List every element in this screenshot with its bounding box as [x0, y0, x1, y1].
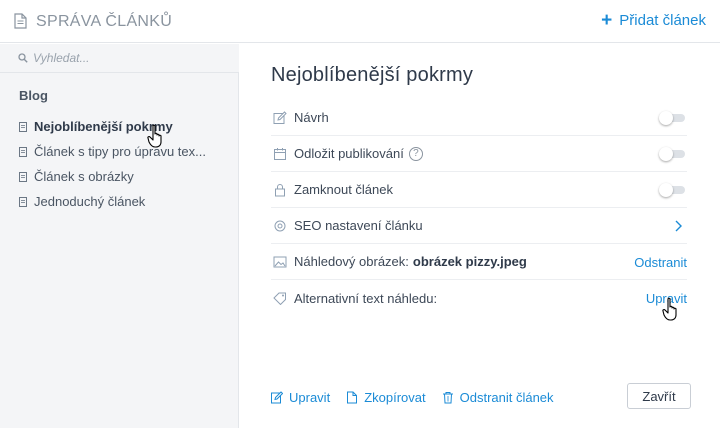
chevron-right-icon[interactable] — [674, 220, 683, 232]
article-settings-panel: Nejoblíbenější pokrmy Návrh Odložit publ… — [240, 44, 720, 428]
sidebar-item-label: Článek s tipy pro úpravu tex... — [34, 144, 206, 159]
sidebar-item-clanek-s-obrazky[interactable]: Článek s obrázky — [0, 164, 239, 189]
sidebar-item-label: Článek s obrázky — [34, 169, 134, 184]
page-icon — [19, 121, 27, 132]
lock-icon — [275, 183, 285, 196]
draft-toggle[interactable] — [659, 111, 687, 125]
edit-alt-text-button[interactable]: Upravit — [646, 291, 687, 306]
sidebar-item-nejoblibenejsi-pokrmy[interactable]: Nejoblíbenější pokrmy — [0, 114, 239, 139]
lock-toggle[interactable] — [659, 183, 687, 197]
setting-lock: Zamknout článek — [271, 172, 687, 208]
delete-article-label: Odstranit článek — [459, 389, 554, 405]
sidebar-item-label: Jednoduchý článek — [34, 194, 146, 209]
setting-alt-text: Alternativní text náhledu: Upravit — [271, 280, 687, 316]
sidebar-item-jednoduchy-clanek[interactable]: Jednoduchý článek — [0, 189, 239, 214]
close-button[interactable]: Zavřít — [627, 383, 691, 409]
document-icon — [14, 13, 27, 29]
remove-preview-button[interactable]: Odstranit — [634, 255, 687, 270]
page-icon — [19, 146, 27, 157]
page-icon — [19, 171, 27, 182]
setting-seo[interactable]: SEO nastavení článku — [271, 208, 687, 244]
setting-preview-image: Náhledový obrázek: obrázek pizzy.jpeg Od… — [271, 244, 687, 280]
edit-button-label: Upravit — [289, 389, 331, 405]
sidebar-item-clanek-s-tipy[interactable]: Článek s tipy pro úpravu tex... — [0, 139, 239, 164]
delete-article-button[interactable]: Odstranit článek — [442, 390, 554, 405]
setting-draft: Návrh — [271, 100, 687, 136]
preview-image-filename: obrázek pizzy.jpeg — [412, 254, 527, 269]
search-icon — [18, 53, 28, 63]
setting-schedule-label: Odložit publikování — [294, 146, 404, 161]
copy-button[interactable]: Zkopírovat — [346, 389, 426, 405]
top-bar: SPRÁVA ČLÁNKŮ + Přidat článek — [0, 0, 720, 43]
sidebar-group-blog: Blog — [19, 88, 48, 103]
pencil-icon — [273, 110, 287, 124]
footer-actions: Upravit Zkopírovat Odstranit článek Zavř… — [271, 380, 691, 414]
setting-alt-label: Alternativní text náhledu: — [294, 290, 438, 306]
sidebar: Blog Nejoblíbenější pokrmy Článek s tipy… — [0, 44, 239, 428]
setting-schedule: Odložit publikování ? — [271, 136, 687, 172]
copy-icon — [347, 391, 358, 403]
gear-icon — [274, 220, 286, 231]
app-title: SPRÁVA ČLÁNKŮ — [36, 13, 173, 30]
settings-list: Návrh Odložit publikování ? Zamknout člá… — [271, 100, 687, 316]
calendar-icon — [274, 147, 286, 160]
copy-button-label: Zkopírovat — [364, 389, 426, 405]
setting-seo-label: SEO nastavení článku — [294, 218, 423, 233]
edit-button[interactable]: Upravit — [271, 390, 330, 405]
search-bar — [0, 44, 239, 73]
image-icon — [273, 256, 287, 267]
article-manager: SPRÁVA ČLÁNKŮ + Přidat článek Blog Nejob… — [0, 0, 720, 428]
page-title: Nejoblíbenější pokrmy — [271, 64, 474, 86]
sidebar-item-label: Nejoblíbenější pokrmy — [34, 119, 173, 134]
trash-icon — [442, 391, 453, 403]
setting-preview-label: Náhledový obrázek: — [294, 254, 409, 269]
setting-lock-label: Zamknout článek — [294, 182, 393, 197]
add-article-label: Přidat článek — [619, 12, 706, 29]
tag-icon — [273, 292, 286, 305]
schedule-toggle[interactable] — [659, 147, 687, 161]
setting-draft-label: Návrh — [294, 110, 329, 125]
add-article-button[interactable]: + Přidat článek — [601, 9, 706, 31]
pencil-icon — [271, 390, 283, 403]
page-icon — [19, 196, 27, 207]
search-input[interactable] — [33, 49, 223, 67]
help-icon[interactable]: ? — [408, 146, 423, 161]
article-list: Nejoblíbenější pokrmy Článek s tipy pro … — [0, 114, 239, 214]
plus-icon: + — [601, 9, 613, 31]
